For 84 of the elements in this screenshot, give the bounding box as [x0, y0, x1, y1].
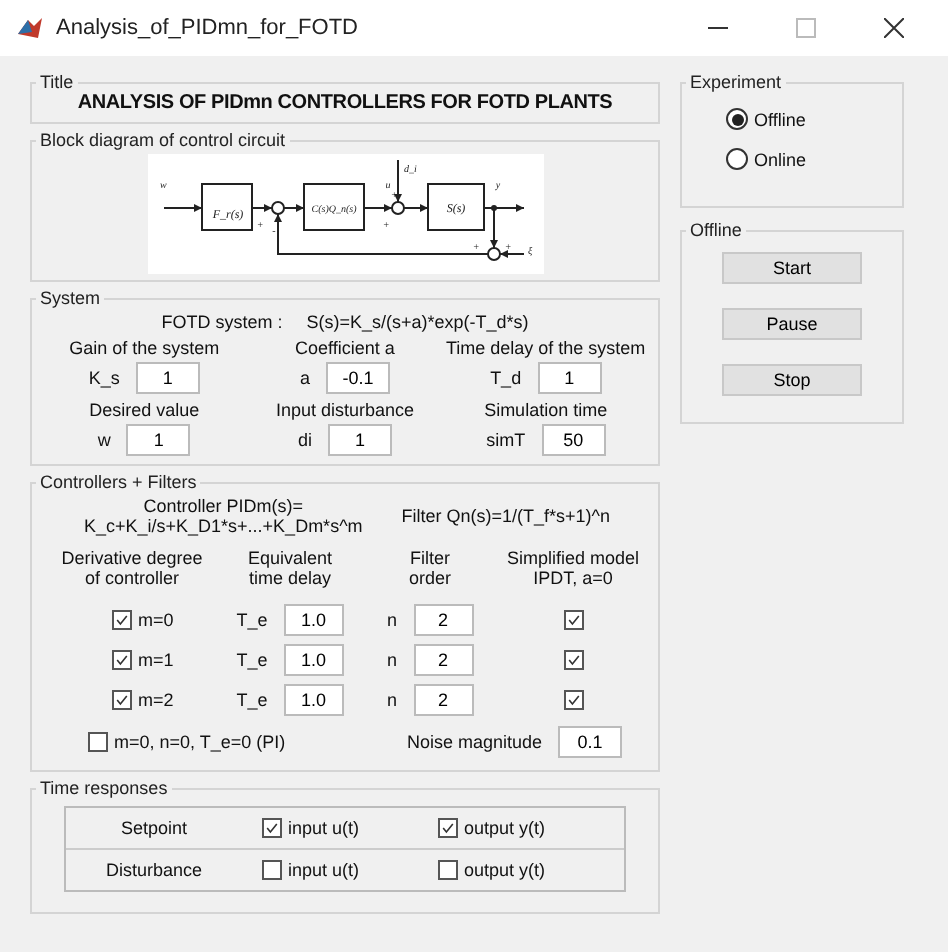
input-field[interactable]: -0.1 [326, 362, 390, 394]
checkbox-label: input u(t) [288, 860, 360, 880]
checkbox[interactable] [112, 610, 132, 630]
panel-legend: Title [36, 72, 78, 92]
checkbox[interactable] [438, 818, 458, 838]
field-label: Noise magnitude [406, 732, 542, 752]
parameter-symbol: T_d [490, 368, 522, 388]
parameter-label: Time delay of the system [445, 338, 646, 358]
parameter-symbol: T_e [236, 650, 268, 670]
panel-legend: System [36, 288, 105, 308]
panel-legend: Offline [686, 220, 746, 240]
formula-label: FOTD system : [161, 312, 283, 332]
input-field[interactable]: 0.1 [558, 726, 622, 758]
column-heading: Simplified model [506, 548, 640, 568]
formula-text: S(s)=K_s/(s+a)*exp(-T_d*s) [306, 312, 529, 332]
app-heading: ANALYSIS OF PIDmn CONTROLLERS FOR FOTD PLANTS [75, 92, 615, 118]
formula-text: Controller PIDm(s)= [143, 496, 304, 516]
input-field[interactable]: 1 [328, 424, 392, 456]
checkbox-label: m=1 [138, 650, 174, 670]
panel-legend: Controllers + Filters [36, 472, 201, 492]
radio-label: Online [754, 149, 807, 169]
checkbox[interactable] [262, 818, 282, 838]
window-title: Analysis_of_PIDmn_for_FOTD [56, 16, 358, 40]
panel-legend: Time responses [36, 778, 172, 798]
parameter-symbol: T_e [236, 690, 268, 710]
input-field[interactable]: 50 [541, 424, 606, 456]
checkbox[interactable] [438, 860, 458, 880]
panel-legend: Block diagram of control circuit [36, 130, 290, 150]
checkbox[interactable] [112, 690, 132, 710]
column-heading: order [408, 568, 451, 588]
column-heading: Filter [410, 548, 450, 568]
input-field[interactable]: 2 [413, 604, 473, 636]
parameter-symbol: simT [486, 430, 526, 450]
action-button[interactable]: Pause [722, 308, 862, 340]
checkbox-label: input u(t) [288, 818, 360, 838]
radio-label: Offline [754, 109, 806, 129]
column-heading: Equivalent [247, 548, 333, 568]
parameter-symbol: T_e [236, 610, 268, 630]
checkbox[interactable] [563, 650, 583, 670]
parameter-symbol: n [386, 610, 397, 630]
parameter-label: Coefficient a [295, 338, 395, 358]
formula-text: K_c+K_i/s+K_D1*s+...+K_Dm*s^m [84, 516, 363, 536]
checkbox[interactable] [112, 650, 132, 670]
parameter-label: Gain of the system [69, 338, 220, 358]
input-field[interactable]: 1 [135, 362, 200, 394]
input-field[interactable]: 1 [537, 362, 602, 394]
column-heading: IPDT, a=0 [533, 568, 613, 588]
row-label: Setpoint [118, 818, 190, 838]
checkbox[interactable] [262, 860, 282, 880]
action-button[interactable]: Start [722, 252, 862, 284]
action-button[interactable]: Stop [722, 364, 862, 396]
checkbox-label: m=0 [138, 610, 174, 630]
parameter-symbol: di [297, 430, 312, 450]
input-field[interactable]: 2 [413, 644, 473, 676]
radio-button[interactable] [726, 108, 748, 130]
input-field[interactable]: 1.0 [283, 644, 344, 676]
app-icon [16, 14, 44, 42]
parameter-label: Input disturbance [275, 400, 415, 420]
input-field[interactable]: 1.0 [283, 604, 344, 636]
panel-legend: Experiment [686, 72, 786, 92]
parameter-symbol: n [386, 650, 397, 670]
radio-button[interactable] [726, 148, 748, 170]
parameter-symbol: K_s [88, 368, 120, 388]
parameter-symbol: w [97, 430, 111, 450]
checkbox-label: m=2 [138, 690, 174, 710]
input-field[interactable]: 2 [413, 684, 473, 716]
row-label: Disturbance [103, 860, 205, 880]
checkbox[interactable] [563, 690, 583, 710]
column-heading: Derivative degree [61, 548, 203, 568]
parameter-label: Desired value [89, 400, 200, 420]
formula-text: Filter Qn(s)=1/(T_f*s+1)^n [401, 506, 610, 526]
parameter-symbol: a [299, 368, 310, 388]
checkbox-label: output y(t) [464, 860, 546, 880]
checkbox-label: m=0, n=0, T_e=0 (PI) [114, 732, 286, 752]
checkbox-label: output y(t) [464, 818, 546, 838]
parameter-symbol: n [386, 690, 397, 710]
parameter-label: Simulation time [484, 400, 608, 420]
input-field[interactable]: 1 [126, 424, 191, 456]
column-heading: of controller [84, 568, 180, 588]
input-field[interactable]: 1.0 [283, 684, 344, 716]
checkbox[interactable] [563, 610, 583, 630]
close-icon[interactable] [884, 18, 904, 38]
column-heading: time delay [248, 568, 332, 588]
checkbox[interactable] [88, 732, 108, 752]
